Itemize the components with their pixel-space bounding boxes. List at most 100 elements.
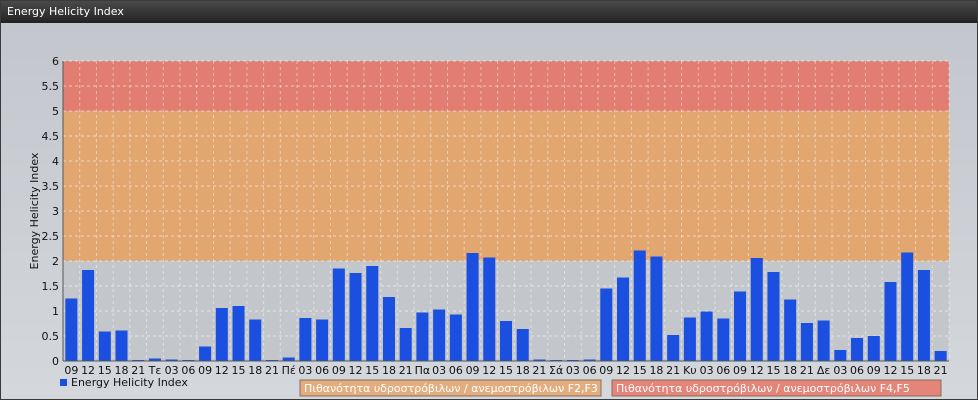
bar[interactable] (600, 288, 613, 362)
y-tick-label: 1 (52, 305, 59, 318)
bar[interactable] (734, 291, 747, 362)
bar[interactable] (617, 277, 630, 362)
x-tick-label: Δε (817, 364, 831, 377)
y-tick-label: 5.5 (42, 80, 60, 93)
x-tick-label: 12 (349, 364, 363, 377)
x-tick-label: 18 (248, 364, 262, 377)
x-tick-label: 18 (917, 364, 931, 377)
x-tick-label: 15 (365, 364, 379, 377)
x-tick-label: 21 (399, 364, 413, 377)
bar[interactable] (215, 308, 228, 361)
bar[interactable] (784, 299, 797, 362)
x-tick-label: Κυ (683, 364, 697, 377)
bar[interactable] (433, 309, 446, 362)
bar[interactable] (717, 318, 730, 362)
bar[interactable] (750, 258, 763, 361)
bar[interactable] (249, 319, 262, 362)
bar[interactable] (399, 328, 412, 361)
bar[interactable] (683, 317, 696, 362)
y-tick-label: 2.5 (42, 230, 60, 243)
bar[interactable] (483, 257, 496, 362)
x-tick-label: 09 (733, 364, 747, 377)
band-legend-label: Πιθανότητα υδροστρόβιλων / ανεμοστρόβιλω… (616, 382, 910, 395)
bar[interactable] (499, 321, 513, 361)
x-tick-label: 21 (666, 364, 680, 377)
ehi-chart: 0 0.5 1 1.5 2 2.5 3 3.5 4 4.5 5 5.5 6 Energy Helicity… (28, 55, 950, 397)
bar[interactable] (834, 350, 847, 361)
bar[interactable] (466, 253, 479, 361)
bar[interactable] (817, 320, 830, 362)
bar[interactable] (901, 252, 914, 362)
y-tick-label: 0 (52, 355, 59, 368)
bar[interactable] (349, 273, 362, 361)
bar[interactable] (366, 266, 379, 361)
x-tick-label: 15 (900, 364, 914, 377)
bar[interactable] (700, 311, 713, 362)
y-tick-label: 1.5 (42, 280, 60, 293)
band-legend-label: Πιθανότητα υδροστρόβιλων / ανεμοστρόβιλω… (304, 382, 598, 395)
x-tick-label: 15 (766, 364, 780, 377)
x-tick-label: 06 (583, 364, 597, 377)
x-tick-label: 09 (466, 364, 480, 377)
bar[interactable] (667, 335, 680, 361)
bar[interactable] (449, 314, 462, 362)
y-tick-label: 5 (52, 105, 59, 118)
chart-window: Energy Helicity Index 0 0.5 1 1.5 2 2.5 3 3.5 4 4… (0, 0, 978, 400)
bar[interactable] (867, 336, 880, 361)
x-tick-label: 21 (532, 364, 546, 377)
bar[interactable] (650, 256, 663, 362)
x-tick-label: 06 (449, 364, 463, 377)
y-tick-label: 6 (52, 55, 59, 68)
x-tick-label: 15 (499, 364, 513, 377)
x-tick-label: 03 (700, 364, 714, 377)
x-tick-label: 21 (265, 364, 279, 377)
bar[interactable] (934, 351, 947, 361)
bar[interactable] (282, 357, 295, 362)
y-tick-label: 3 (52, 205, 59, 218)
x-tick-label: 03 (298, 364, 312, 377)
x-tick-label: Σά (549, 364, 563, 377)
bar[interactable] (516, 329, 529, 361)
bar[interactable] (851, 338, 864, 361)
y-tick-label: 2 (52, 255, 59, 268)
bar[interactable] (232, 306, 245, 361)
bar[interactable] (382, 297, 395, 361)
y-axis-title: Energy Helicity Index (28, 152, 41, 269)
x-tick-label: 21 (934, 364, 948, 377)
x-tick-label: 12 (215, 364, 229, 377)
x-tick-label: 18 (783, 364, 797, 377)
x-tick-label: 12 (750, 364, 764, 377)
x-tick-label: 12 (616, 364, 630, 377)
x-tick-label: 09 (599, 364, 613, 377)
bar[interactable] (115, 330, 128, 362)
y-tick-label: 0.5 (42, 330, 60, 343)
x-tick-label: 09 (332, 364, 346, 377)
bar[interactable] (800, 323, 813, 361)
bar[interactable] (884, 282, 897, 361)
bar[interactable] (65, 298, 78, 362)
x-tick-label: Πέ (282, 364, 296, 377)
bar[interactable] (767, 272, 780, 361)
legend-label: Energy Helicity Index (71, 376, 188, 389)
bar[interactable] (98, 331, 111, 362)
bar[interactable] (917, 270, 930, 361)
x-tick-label: 18 (516, 364, 530, 377)
bar[interactable] (82, 270, 95, 361)
x-tick-label: 06 (850, 364, 864, 377)
legend-swatch (60, 379, 67, 386)
bar[interactable] (316, 319, 329, 362)
bar[interactable] (199, 346, 212, 362)
x-tick-label: Πα (415, 364, 431, 377)
x-tick-label: 12 (482, 364, 496, 377)
x-tick-label: 03 (432, 364, 446, 377)
x-tick-label: 18 (382, 364, 396, 377)
y-tick-label: 3.5 (42, 180, 60, 193)
bar[interactable] (299, 318, 312, 361)
x-tick-label: 09 (198, 364, 212, 377)
bar[interactable] (416, 312, 429, 362)
x-tick-label: 21 (800, 364, 814, 377)
y-tick-label: 4.5 (42, 130, 60, 143)
bar[interactable] (633, 250, 646, 362)
y-tick-label: 4 (52, 155, 59, 168)
bar[interactable] (332, 268, 345, 362)
